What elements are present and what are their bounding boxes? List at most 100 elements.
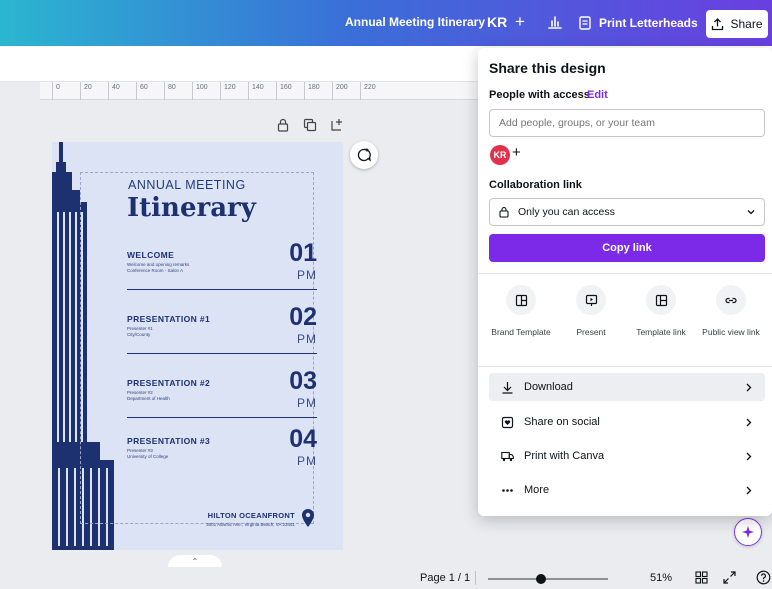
print-letterheads-button[interactable]: Print Letterheads [579, 10, 698, 36]
ruler-tick: 80 [164, 82, 176, 100]
agenda-item[interactable]: WELCOME Welcome and opening remarks Conf… [127, 239, 317, 296]
zoom-slider[interactable] [488, 578, 608, 580]
agenda-meridiem: PM [297, 268, 317, 282]
page-indicator[interactable]: Page 1 / 1 [420, 572, 470, 584]
brand-template-option[interactable]: Brand Template [486, 285, 556, 338]
zoom-slider-handle[interactable] [536, 574, 546, 584]
venue-address[interactable]: 3001 Atlantic Ave., Virginia Beach, VA 2… [206, 522, 295, 527]
fullscreen-icon[interactable] [723, 571, 736, 584]
agenda-subtitle: Presenter #2 [127, 390, 153, 395]
link-access-select[interactable]: Only you can access [489, 198, 765, 226]
edit-access-link[interactable]: Edit [587, 89, 608, 101]
social-icon [501, 416, 514, 428]
agenda-title: PRESENTATION #3 [127, 436, 211, 446]
agenda-location: University of College [127, 454, 169, 459]
agenda-location: Department of Health [127, 396, 170, 401]
share-panel-title: Share this design [489, 60, 606, 76]
download-icon [502, 381, 513, 394]
agenda-item[interactable]: PRESENTATION #3 Presenter #3 University … [127, 425, 317, 482]
ruler-tick: 140 [248, 82, 264, 100]
document-title[interactable]: Annual Meeting Itinerary [345, 15, 485, 29]
add-comment-button[interactable] [350, 141, 378, 169]
divider [478, 273, 772, 274]
ruler-tick: 20 [80, 82, 92, 100]
duplicate-icon[interactable] [303, 118, 317, 132]
brand-template-icon [506, 285, 536, 315]
option-label: Present [576, 327, 606, 337]
user-avatar[interactable]: KR [487, 14, 507, 30]
action-label: More [524, 484, 550, 496]
divider [127, 353, 317, 354]
present-option[interactable]: Present [556, 285, 626, 338]
divider [127, 289, 317, 290]
share-panel: Share this design People with access Edi… [478, 48, 772, 516]
chevron-right-icon [746, 452, 752, 460]
option-label: Template link [636, 327, 686, 337]
agenda-subtitle: Presenter #1 [127, 326, 153, 331]
ruler-tick: 220 [360, 82, 376, 100]
magic-assistant-button[interactable] [734, 518, 762, 546]
agenda-item[interactable]: PRESENTATION #2 Presenter #2 Department … [127, 367, 317, 424]
ruler-tick: 120 [220, 82, 236, 100]
agenda-time: 04 [289, 425, 317, 453]
agenda-time: 02 [289, 303, 317, 331]
location-pin-icon [302, 509, 314, 527]
public-view-link-option[interactable]: Public view link [696, 285, 766, 338]
divider [478, 366, 772, 367]
ruler-tick: 60 [136, 82, 148, 100]
bottom-bar: Page 1 / 1 51% [0, 567, 772, 589]
add-collaborator-button[interactable]: + [515, 12, 525, 32]
analytics-icon[interactable] [546, 13, 564, 31]
venue-name[interactable]: HILTON OCEANFRONT [208, 511, 295, 520]
agenda-item[interactable]: PRESENTATION #1 Presenter #1 City/County… [127, 303, 317, 360]
action-label: Share on social [524, 416, 600, 428]
add-page-icon[interactable] [330, 118, 344, 132]
zoom-level[interactable]: 51% [650, 572, 672, 584]
truck-icon [501, 451, 514, 461]
collaborator-avatar[interactable]: KR [490, 145, 510, 165]
chevron-up-icon: ⌃ [191, 556, 199, 566]
agenda-meridiem: PM [297, 454, 317, 468]
agenda-subtitle: Presenter #3 [127, 448, 153, 453]
agenda-title: WELCOME [127, 250, 175, 260]
agenda-subtitle: Welcome and opening remarks [127, 262, 190, 267]
option-label: Public view link [702, 327, 760, 337]
design-heading-small[interactable]: ANNUAL MEETING [128, 178, 246, 192]
chevron-right-icon [746, 418, 752, 426]
design-heading-large[interactable]: Itinerary [127, 193, 256, 223]
link-access-value: Only you can access [518, 206, 615, 218]
lock-icon[interactable] [276, 118, 290, 132]
agenda-title: PRESENTATION #2 [127, 378, 211, 388]
help-icon[interactable] [756, 570, 771, 585]
add-person-button[interactable]: + [512, 144, 521, 161]
copy-link-button[interactable]: Copy link [489, 234, 765, 262]
template-link-option[interactable]: Template link [626, 285, 696, 338]
share-on-social-action[interactable]: Share on social [489, 408, 765, 436]
add-people-input[interactable] [489, 109, 765, 137]
ruler-tick: 40 [108, 82, 120, 100]
ruler-tick: 200 [332, 82, 348, 100]
download-action[interactable]: Download [489, 373, 765, 401]
agenda-meridiem: PM [297, 332, 317, 346]
comment-plus-icon [357, 148, 371, 162]
agenda-location: Conference Room - Salon A [127, 268, 184, 273]
divider [127, 417, 317, 418]
chevron-right-icon [746, 486, 752, 494]
horizontal-ruler: 0 20 40 60 80 100 120 140 160 180 200 22… [40, 82, 480, 100]
agenda-title: PRESENTATION #1 [127, 314, 211, 324]
grid-view-icon[interactable] [695, 571, 708, 584]
action-label: Download [524, 381, 573, 393]
sparkle-icon [742, 526, 754, 538]
agenda-time: 03 [289, 367, 317, 395]
agenda-time: 01 [289, 239, 317, 267]
share-label: Share [730, 17, 763, 31]
option-label: Brand Template [491, 327, 551, 337]
more-action[interactable]: More [489, 476, 765, 504]
chevron-down-icon [747, 210, 755, 215]
ruler-tick: 0 [52, 82, 60, 100]
print-with-canva-action[interactable]: Print with Canva [489, 442, 765, 470]
print-letterheads-label: Print Letterheads [599, 16, 698, 30]
show-pages-toggle[interactable]: ⌃ [168, 555, 222, 567]
share-button[interactable]: Share [706, 10, 768, 38]
design-page[interactable]: ANNUAL MEETING Itinerary WELCOME Welcome… [52, 142, 343, 550]
